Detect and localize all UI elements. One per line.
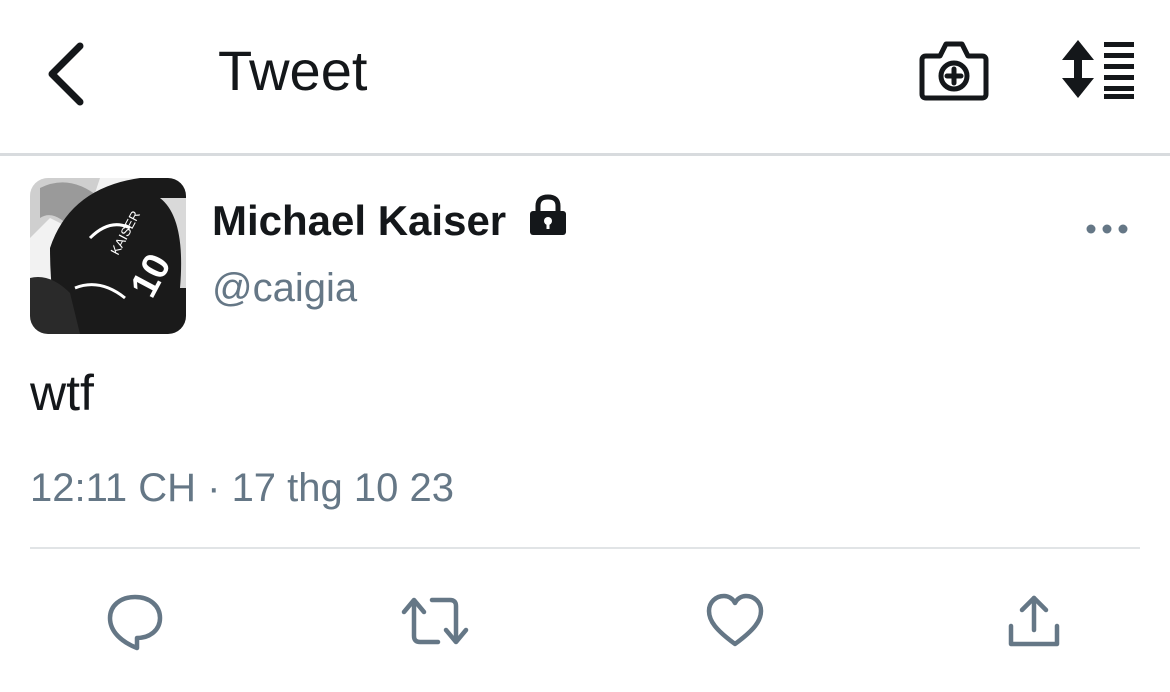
- lock-icon: [530, 194, 566, 235]
- timeline-sort-button[interactable]: [1058, 38, 1138, 100]
- share-icon: [1008, 595, 1060, 647]
- author-handle[interactable]: @caigia: [212, 262, 357, 314]
- tweet-more-options-button[interactable]: [1084, 216, 1130, 242]
- chevron-left-icon: [48, 42, 84, 106]
- more-horizontal-icon: [1086, 224, 1128, 234]
- tweet-text: wtf: [30, 365, 94, 421]
- like-button[interactable]: [704, 590, 766, 652]
- protected-account-indicator: [527, 194, 569, 238]
- camera-plus-icon: [919, 41, 989, 101]
- avatar-image: KAISER 10: [30, 178, 186, 334]
- retweet-icon: [401, 597, 469, 645]
- sort-list-icon: [1062, 40, 1134, 99]
- tweet-detail-screen: Tweet KAISER 10 Michael Kaiser @caigia w…: [0, 0, 1170, 692]
- camera-button[interactable]: [918, 36, 990, 104]
- author-avatar[interactable]: KAISER 10: [30, 178, 186, 334]
- tweet-timestamp: 12:11 CH · 17 thg 10 23: [30, 466, 454, 510]
- back-button[interactable]: [40, 38, 96, 110]
- share-button[interactable]: [1003, 590, 1065, 652]
- author-name[interactable]: Michael Kaiser: [212, 195, 506, 247]
- reply-button[interactable]: [104, 590, 166, 652]
- retweet-button[interactable]: [400, 590, 469, 652]
- reply-icon: [107, 594, 163, 651]
- divider: [30, 547, 1140, 549]
- heart-icon: [706, 593, 764, 647]
- page-title: Tweet: [218, 39, 368, 102]
- top-navigation-bar: Tweet: [0, 0, 1170, 156]
